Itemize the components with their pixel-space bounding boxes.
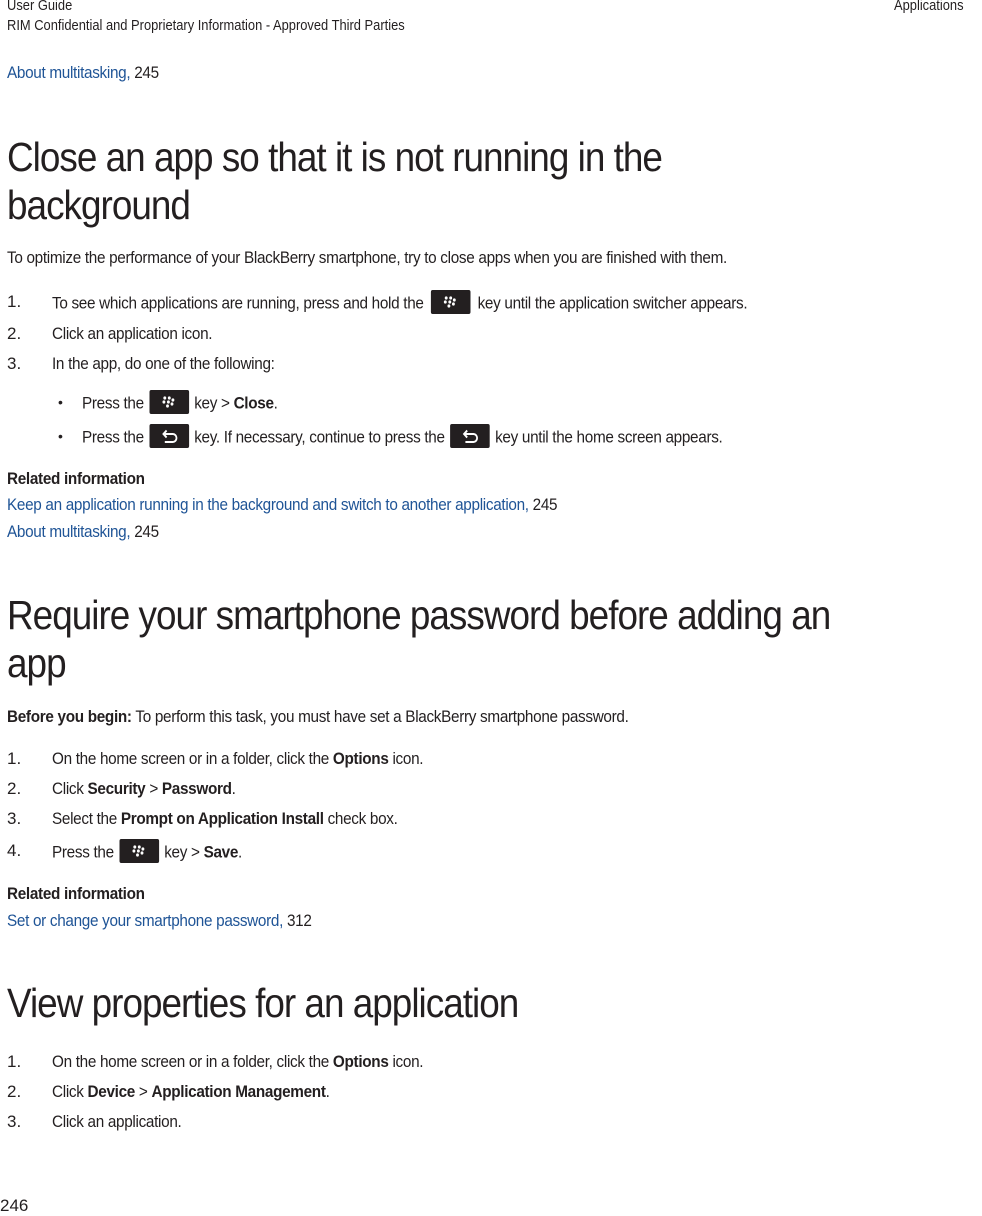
header-guide-title: User Guide: [7, 0, 73, 14]
step-number: 1.: [7, 1052, 22, 1071]
about-multitasking-link[interactable]: About multitasking,: [7, 63, 131, 82]
step-2: Click an application icon.: [52, 324, 213, 343]
section-title-close-app: Close an app so that it is not running i…: [7, 134, 663, 228]
step-3: In the app, do one of the following:: [52, 354, 275, 373]
menu-key-icon: [430, 290, 471, 314]
step-3: Click an application.: [52, 1112, 182, 1131]
section-intro: To optimize the performance of your Blac…: [7, 248, 727, 267]
step-number: 2.: [7, 1082, 22, 1101]
step-number: 1.: [7, 292, 22, 311]
step-3: Select the Prompt on Application Install…: [52, 809, 398, 828]
step-number: 3.: [7, 354, 22, 373]
step-number: 3.: [7, 1112, 22, 1131]
bullet-escape: Press the key. If necessary, continue to…: [82, 424, 794, 450]
set-change-password-link[interactable]: Set or change your smartphone password,: [7, 911, 283, 930]
header-confidential: RIM Confidential and Proprietary Informa…: [7, 17, 405, 34]
escape-key-icon: [450, 424, 490, 448]
section-title-view-properties: View properties for an application: [7, 980, 519, 1026]
bullet-icon: •: [58, 428, 63, 444]
step-2: Click Device > Application Management.: [52, 1082, 330, 1101]
page-ref: 312: [283, 911, 312, 930]
step-4: Press the key > Save.: [52, 839, 263, 865]
escape-key-icon: [149, 424, 189, 448]
step-number: 2.: [7, 324, 22, 343]
step-number: 4.: [7, 841, 22, 860]
related-link-row: Set or change your smartphone password, …: [7, 911, 345, 931]
page-ref: 245: [130, 63, 159, 82]
bullet-close: Press the key > Close.: [82, 390, 299, 416]
top-related-link-row: About multitasking, 245: [7, 63, 176, 83]
step-number: 1.: [7, 749, 22, 768]
related-information-heading: Related information: [7, 884, 145, 903]
bullet-icon: •: [58, 394, 63, 410]
page-ref: 245: [528, 495, 558, 514]
page-ref: 245: [130, 522, 159, 541]
menu-key-icon: [119, 839, 159, 863]
step-number: 2.: [7, 779, 22, 798]
page-number: 246: [0, 1196, 29, 1215]
related-link-row: About multitasking, 245: [7, 522, 176, 542]
section-title-require-password: Require your smartphone password before …: [7, 592, 831, 686]
step-1: On the home screen or in a folder, click…: [52, 1052, 424, 1071]
step-number: 3.: [7, 809, 22, 828]
about-multitasking-link[interactable]: About multitasking,: [7, 522, 131, 541]
related-link-row: Keep an application running in the backg…: [7, 495, 618, 515]
step-1: To see which applications are running, p…: [52, 290, 825, 316]
step-1: On the home screen or in a folder, click…: [52, 749, 424, 768]
before-you-begin: Before you begin: To perform this task, …: [7, 707, 629, 726]
related-information-heading: Related information: [7, 469, 145, 488]
menu-key-icon: [149, 390, 189, 414]
keep-app-running-link[interactable]: Keep an application running in the backg…: [7, 495, 529, 514]
header-section: Applications: [894, 0, 964, 14]
step-2: Click Security > Password.: [52, 779, 236, 798]
